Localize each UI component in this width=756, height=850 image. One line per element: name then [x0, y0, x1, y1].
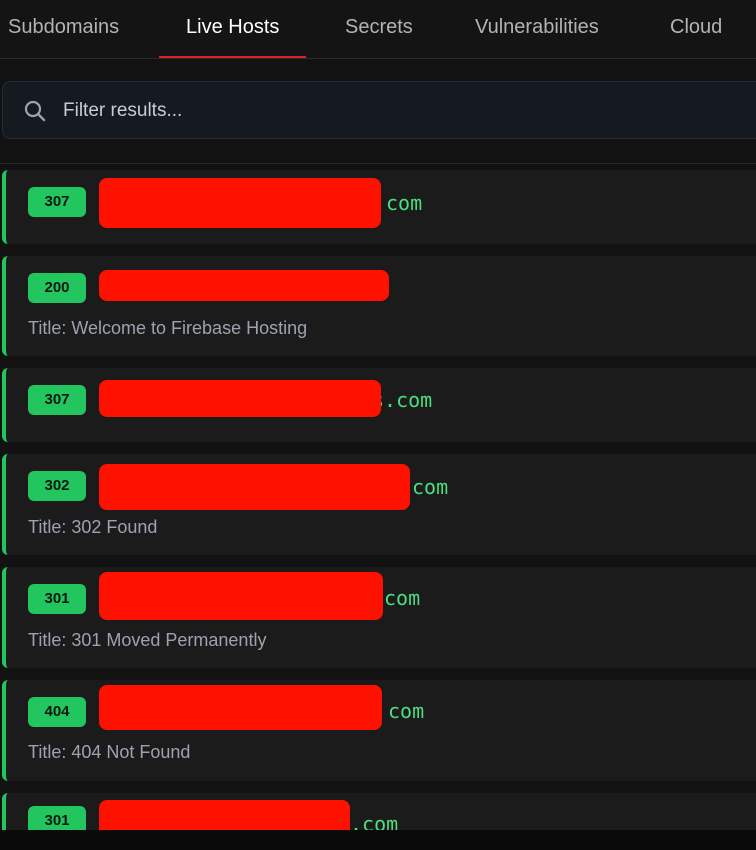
host-suffix[interactable]: com	[384, 573, 420, 623]
host-suffix[interactable]: com	[388, 686, 424, 736]
redacted-host	[99, 800, 350, 830]
result-row[interactable]: 404 com Title: 404 Not Found	[2, 680, 756, 781]
status-badge: 301	[28, 584, 86, 614]
search-input[interactable]	[61, 94, 745, 128]
status-badge: 307	[28, 385, 86, 415]
redacted-host	[99, 572, 383, 620]
host-suffix[interactable]: s.com	[372, 375, 432, 425]
result-row[interactable]: 307 com	[2, 170, 756, 244]
page-title-text: Title: 404 Not Found	[28, 742, 191, 762]
result-row[interactable]: 302 com Title: 302 Found	[2, 454, 756, 555]
host-suffix[interactable]: com	[412, 462, 448, 512]
tab-live-hosts[interactable]: Live Hosts	[158, 0, 307, 58]
result-row[interactable]: 307 s.com	[2, 368, 756, 442]
status-badge: 301	[28, 806, 86, 830]
tab-subdomains[interactable]: Subdomains	[8, 0, 119, 58]
app-window: Subdomains Live Hosts Secrets Vulnerabil…	[0, 0, 756, 850]
search-box[interactable]	[2, 81, 756, 139]
tab-secrets[interactable]: Secrets	[345, 0, 413, 58]
host-suffix[interactable]: .com	[350, 799, 398, 830]
bottom-bar	[0, 830, 756, 850]
status-badge: 200	[28, 273, 86, 303]
redacted-host	[99, 685, 382, 730]
result-row[interactable]: 200 Title: Welcome to Firebase Hosting	[2, 256, 756, 356]
tab-vulnerabilities[interactable]: Vulnerabilities	[475, 0, 599, 58]
redacted-host	[99, 380, 381, 417]
divider	[0, 163, 756, 164]
search-icon	[24, 100, 46, 122]
redacted-host	[99, 270, 389, 301]
status-badge: 307	[28, 187, 86, 217]
host-suffix[interactable]: com	[386, 178, 422, 228]
tab-cloud[interactable]: Cloud	[670, 0, 722, 58]
results-list: 307 com 200 Title: Welcome to Firebase H…	[0, 168, 756, 830]
result-row[interactable]: 301 com Title: 301 Moved Permanently	[2, 567, 756, 668]
status-badge: 404	[28, 697, 86, 727]
page-title-text: Title: 301 Moved Permanently	[28, 630, 267, 650]
page-title-text: Title: Welcome to Firebase Hosting	[28, 318, 308, 338]
result-row[interactable]: 301 .com	[2, 793, 756, 830]
redacted-host	[99, 464, 410, 510]
redacted-host	[99, 178, 381, 228]
tab-bar: Subdomains Live Hosts Secrets Vulnerabil…	[0, 0, 756, 59]
page-title-text: Title: 302 Found	[28, 517, 158, 537]
status-badge: 302	[28, 471, 86, 501]
